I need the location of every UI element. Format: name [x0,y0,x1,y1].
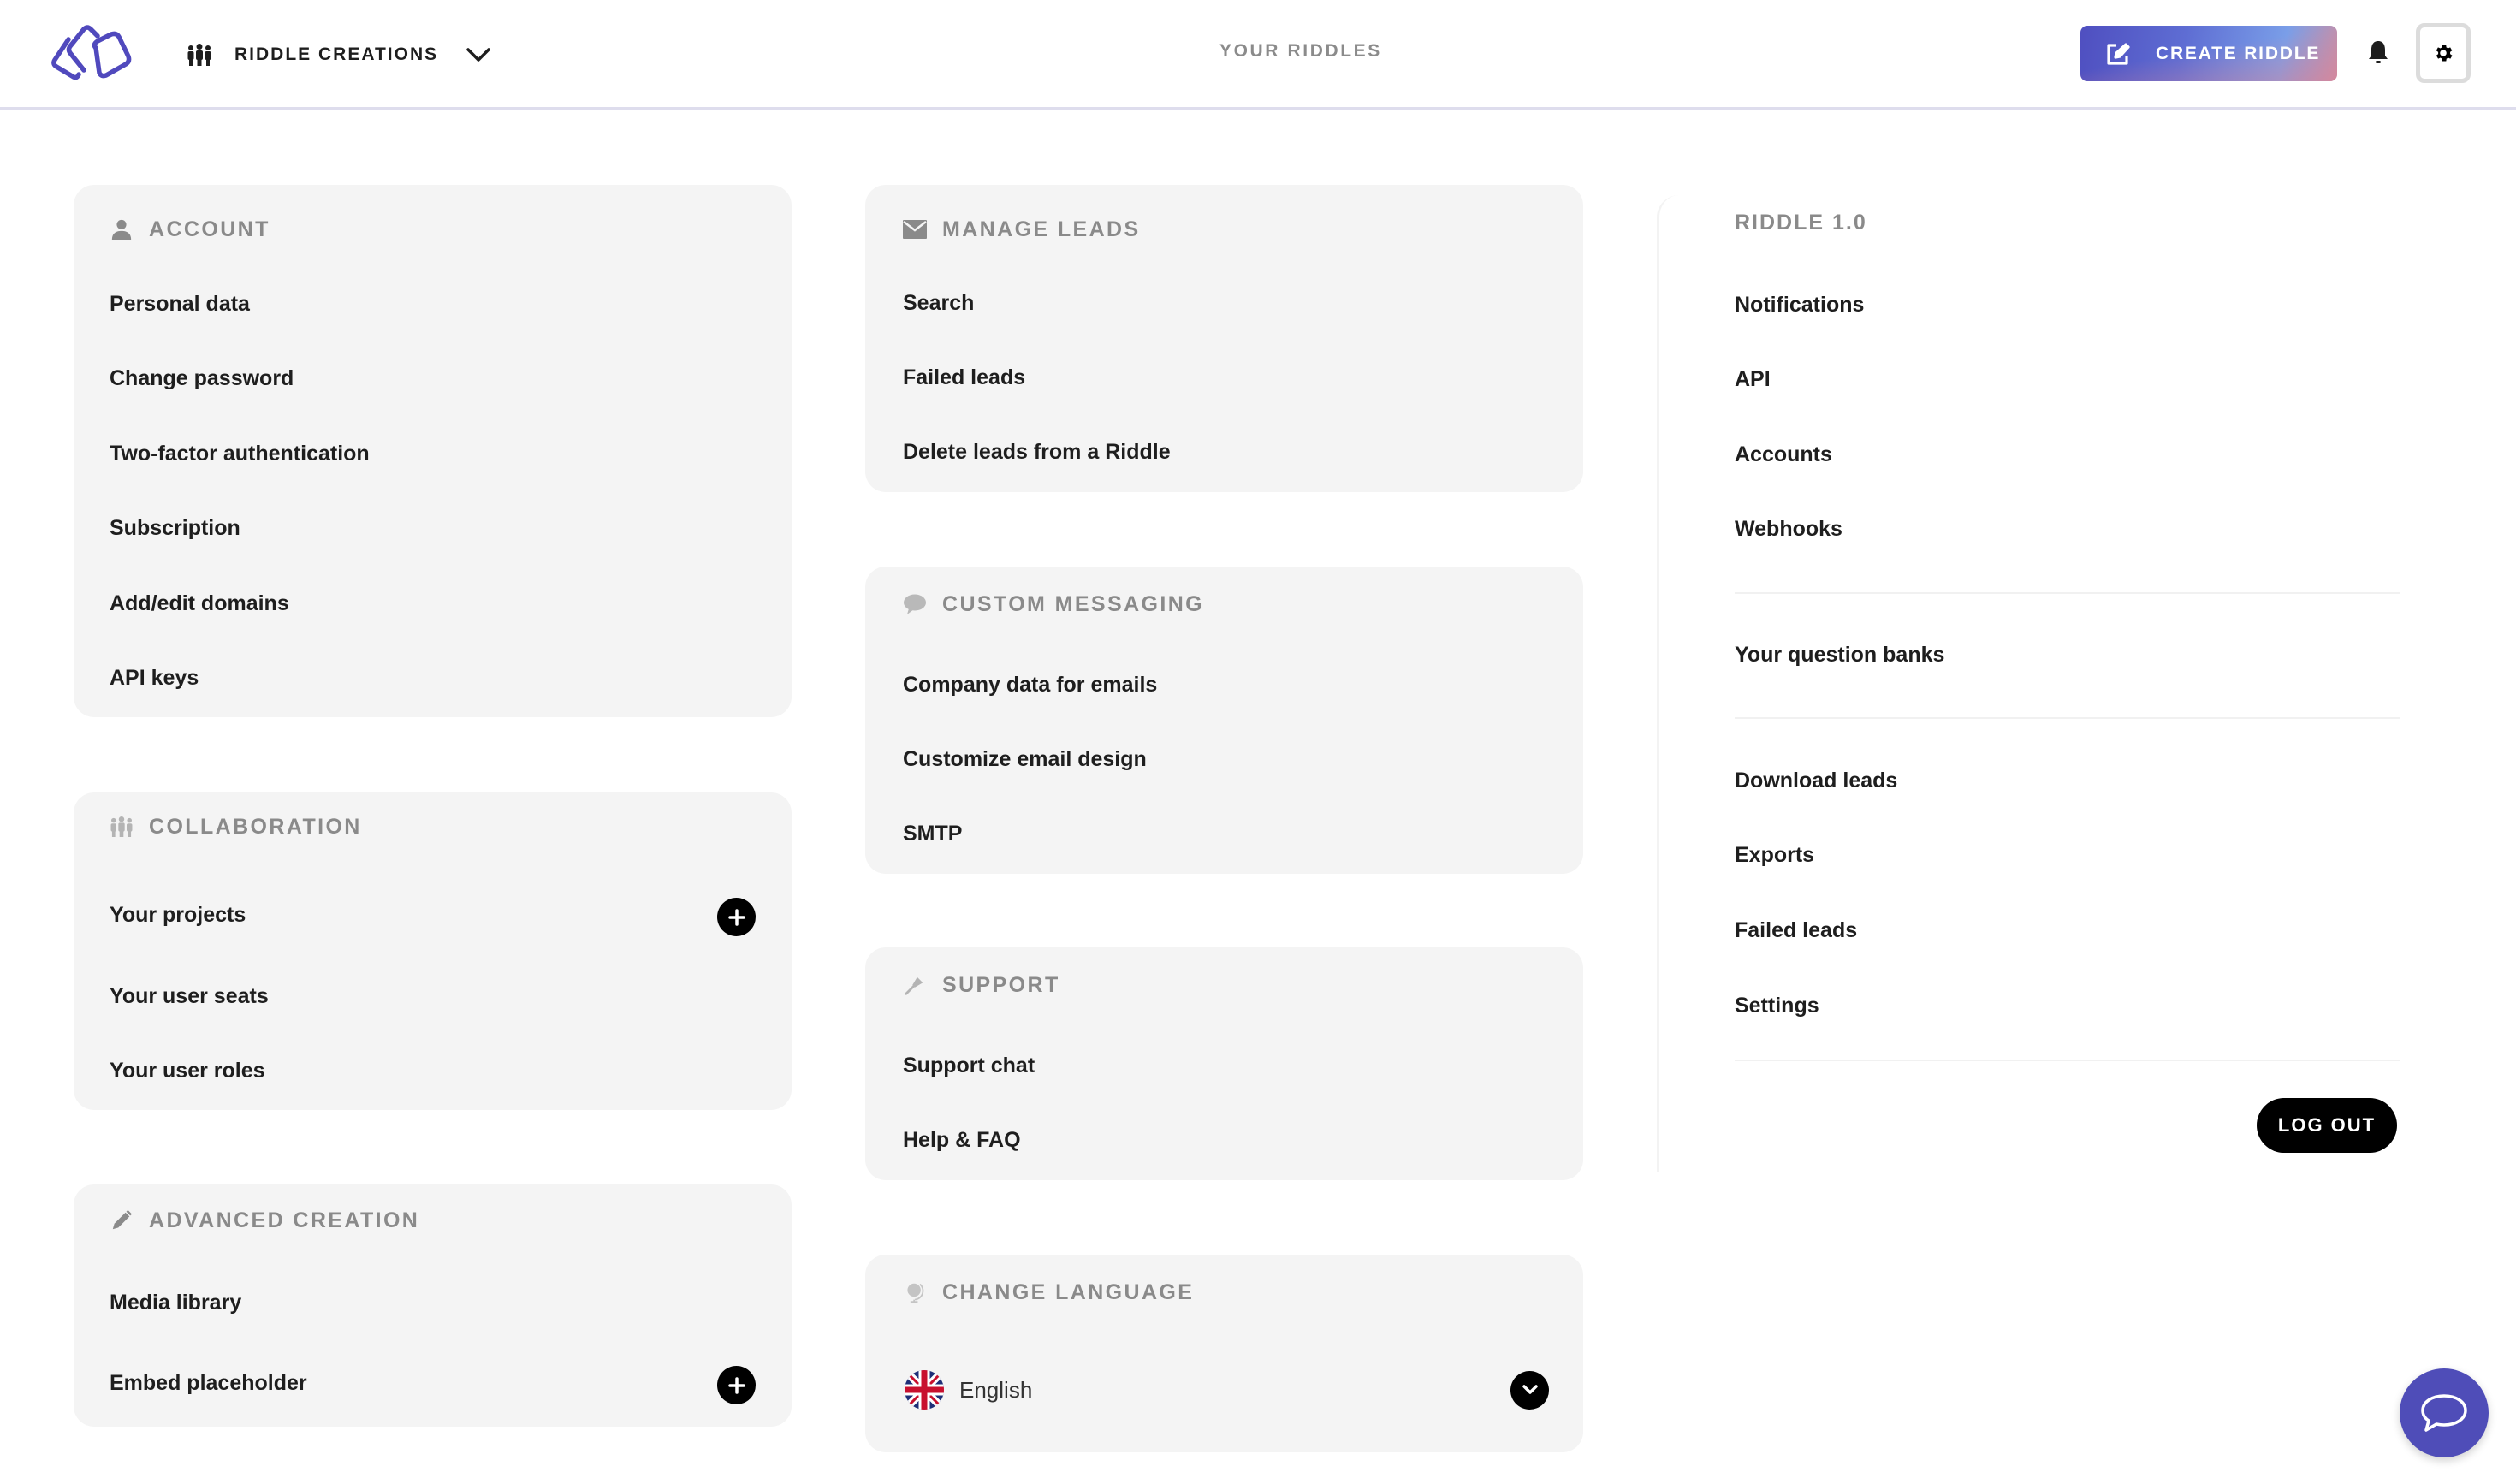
advanced-creation-header: ADVANCED CREATION [110,1203,419,1238]
team-switcher[interactable]: RIDDLE CREATIONS [187,34,491,75]
chevron-down-icon [1522,1385,1538,1394]
chat-bubble-icon [2421,1394,2467,1432]
messaging-item-smtp[interactable]: SMTP [903,822,962,846]
team-icon [187,44,211,66]
account-item-domains[interactable]: Add/edit domains [110,591,289,616]
leads-item-delete-leads[interactable]: Delete leads from a Riddle [903,440,1171,465]
leads-item-search[interactable]: Search [903,291,974,316]
riddle1-item-exports[interactable]: Exports [1735,843,1814,868]
collaboration-card: COLLABORATION Your projects Your user se… [74,792,792,1110]
riddle-1-panel: RIDDLE 1.0 Notifications API Accounts We… [1657,195,2427,1172]
language-dropdown-button[interactable] [1510,1370,1549,1410]
create-riddle-label: CREATE RIDDLE [2156,43,2321,63]
custom-messaging-title: CUSTOM MESSAGING [942,591,1205,616]
manage-leads-header: MANAGE LEADS [903,212,1141,246]
logout-button[interactable]: LOG OUT [2257,1098,2397,1153]
account-card: ACCOUNT Personal data Change password Tw… [74,185,792,717]
globe-icon [903,1280,927,1304]
team-name: RIDDLE CREATIONS [234,45,439,64]
riddle1-item-settings[interactable]: Settings [1735,994,1819,1018]
plus-icon [727,908,745,926]
account-item-personal-data[interactable]: Personal data [110,292,250,317]
add-embed-placeholder-button[interactable] [717,1366,756,1404]
riddle1-item-failed-leads[interactable]: Failed leads [1735,918,1857,943]
account-item-subscription[interactable]: Subscription [110,516,240,541]
chevron-down-icon [466,48,490,62]
bell-icon[interactable] [2367,39,2389,65]
divider [1735,717,2400,719]
chat-launcher-button[interactable] [2400,1368,2489,1457]
riddle1-item-question-banks[interactable]: Your question banks [1735,643,1944,668]
language-select[interactable]: English [905,1364,1549,1416]
account-header: ACCOUNT [110,212,270,246]
nav-your-riddles[interactable]: YOUR RIDDLES [1219,41,1382,62]
advanced-item-media-library[interactable]: Media library [110,1291,241,1315]
screwdriver-icon [903,973,927,997]
riddle1-item-notifications[interactable]: Notifications [1735,293,1864,318]
uk-flag-icon [905,1370,944,1410]
pencil-icon [110,1208,134,1232]
speech-bubble-icon [903,592,927,616]
language-value: English [959,1376,1033,1403]
riddle-1-title: RIDDLE 1.0 [1735,211,1867,234]
riddle1-item-download-leads[interactable]: Download leads [1735,769,1897,793]
gear-icon [2436,45,2453,62]
create-riddle-button[interactable]: CREATE RIDDLE [2080,26,2337,81]
leads-item-failed-leads[interactable]: Failed leads [903,365,1025,390]
divider [1735,592,2400,594]
top-header: RIDDLE CREATIONS YOUR RIDDLES CREATE RID… [0,0,2516,110]
advanced-creation-title: ADVANCED CREATION [149,1208,420,1232]
user-icon [110,217,134,241]
plus-icon [727,1376,745,1394]
divider [1735,1060,2400,1061]
account-item-two-factor[interactable]: Two-factor authentication [110,442,370,466]
collaboration-header: COLLABORATION [110,810,362,844]
messaging-item-company-data[interactable]: Company data for emails [903,673,1157,697]
change-language-card: CHANGE LANGUAGE English [865,1255,1583,1452]
custom-messaging-header: CUSTOM MESSAGING [903,587,1204,621]
manage-leads-card: MANAGE LEADS Search Failed leads Delete … [865,185,1583,492]
support-item-chat[interactable]: Support chat [903,1054,1035,1078]
team-icon [110,815,134,839]
support-card: SUPPORT Support chat Help & FAQ [865,947,1583,1180]
collab-item-user-seats[interactable]: Your user seats [110,984,269,1009]
edit-icon [2107,42,2130,65]
change-language-title: CHANGE LANGUAGE [942,1279,1195,1304]
account-item-change-password[interactable]: Change password [110,366,294,391]
collab-item-user-roles[interactable]: Your user roles [110,1059,265,1083]
account-title: ACCOUNT [149,217,270,241]
messaging-item-email-design[interactable]: Customize email design [903,747,1147,772]
envelope-icon [903,217,927,241]
collab-item-projects[interactable]: Your projects [110,903,246,928]
settings-button[interactable] [2416,23,2471,83]
riddle1-item-api[interactable]: API [1735,367,1771,392]
change-language-header: CHANGE LANGUAGE [903,1275,1194,1309]
riddle-logo[interactable] [50,22,132,82]
advanced-creation-card: ADVANCED CREATION Media library Embed pl… [74,1184,792,1427]
manage-leads-title: MANAGE LEADS [942,217,1141,241]
add-project-button[interactable] [717,898,756,936]
riddle1-item-accounts[interactable]: Accounts [1735,442,1832,467]
collaboration-title: COLLABORATION [149,814,362,839]
custom-messaging-card: CUSTOM MESSAGING Company data for emails… [865,567,1583,874]
advanced-item-embed-placeholder[interactable]: Embed placeholder [110,1371,307,1396]
support-header: SUPPORT [903,968,1060,1002]
riddle1-item-webhooks[interactable]: Webhooks [1735,517,1842,542]
account-item-api-keys[interactable]: API keys [110,666,199,691]
support-item-help-faq[interactable]: Help & FAQ [903,1128,1021,1153]
support-title: SUPPORT [942,972,1060,997]
